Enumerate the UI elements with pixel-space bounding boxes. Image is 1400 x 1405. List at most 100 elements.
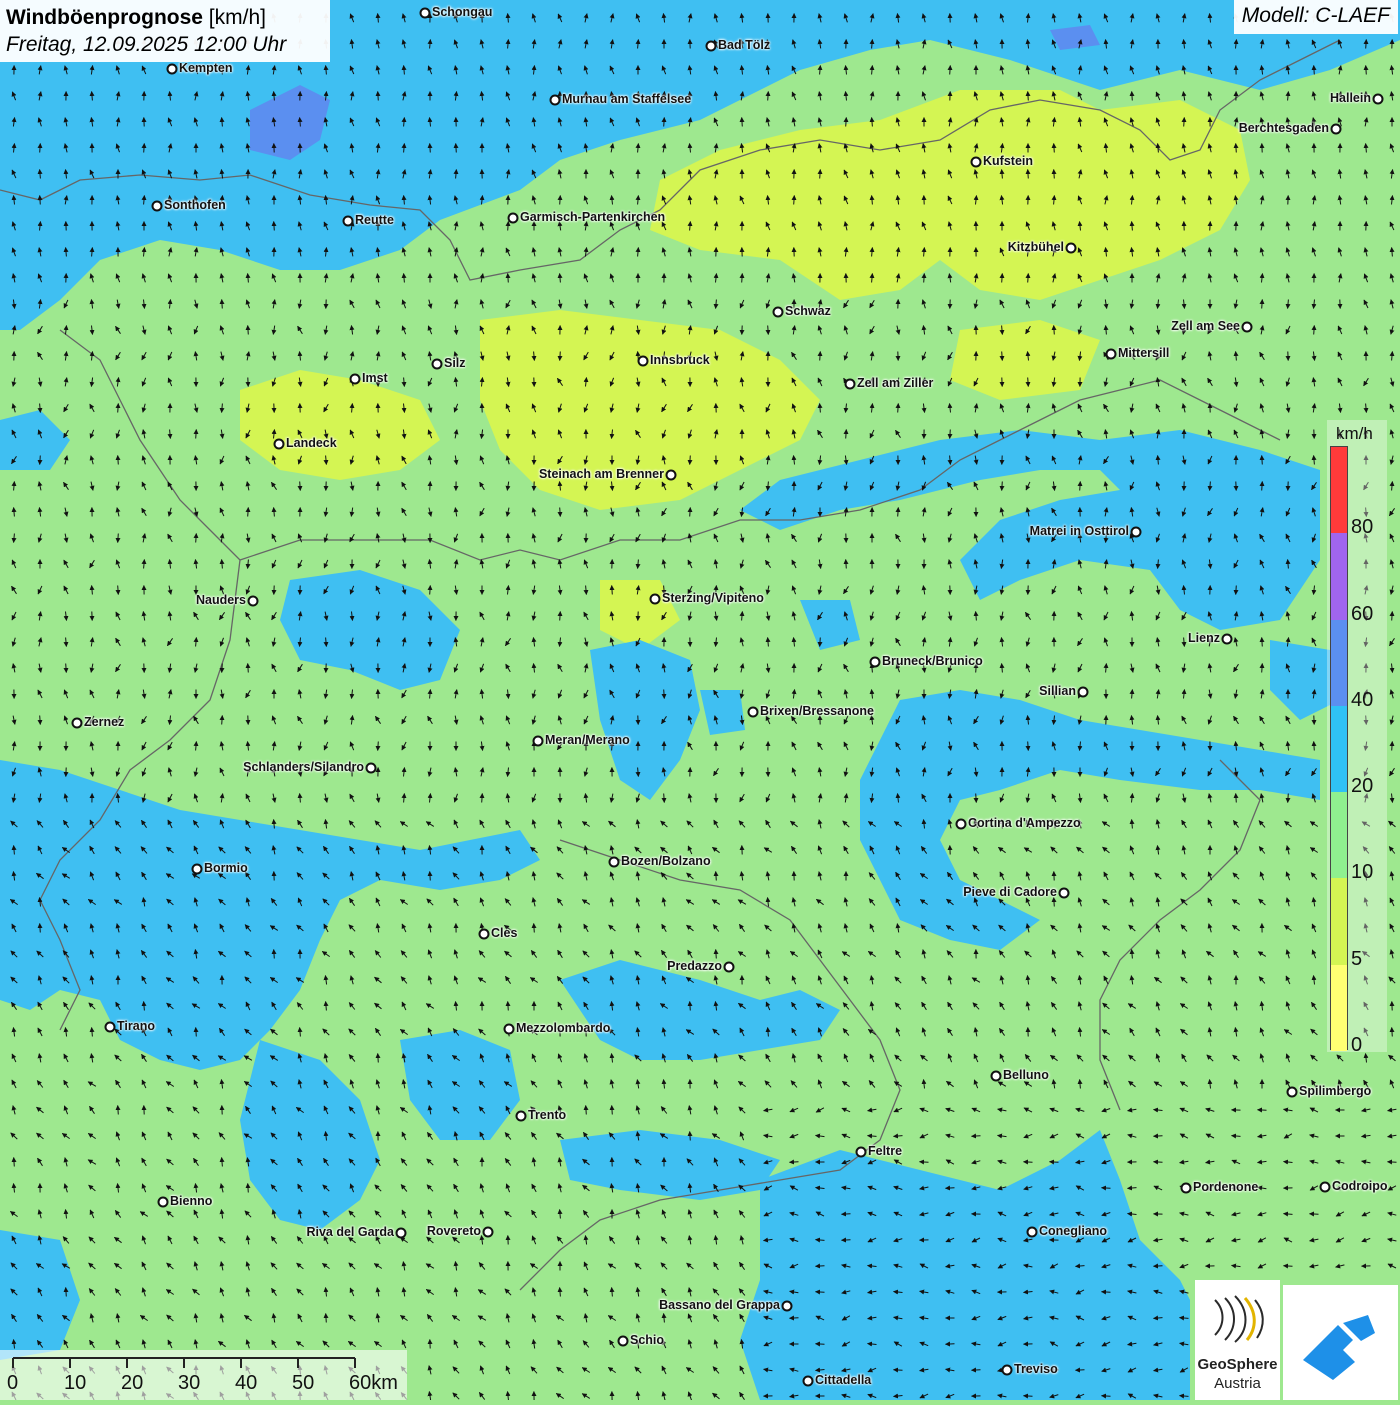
wind-arrow	[1054, 170, 1055, 179]
wind-arrow	[118, 586, 119, 595]
legend-color-segment	[1331, 447, 1347, 533]
wind-arrow	[378, 742, 379, 751]
city-marker	[706, 41, 717, 52]
wind-arrow	[1028, 92, 1029, 101]
city-marker	[991, 1071, 1002, 1082]
city-marker	[396, 1228, 407, 1239]
model-label: Modell: C-LAEF	[1234, 0, 1398, 34]
city-label: Bassano del Grappa	[659, 1298, 780, 1312]
wind-arrow	[430, 144, 431, 153]
city-marker	[782, 1301, 793, 1312]
wind-arrow	[378, 92, 379, 101]
city-marker	[1131, 527, 1142, 538]
wind-arrow	[66, 664, 67, 673]
city-marker	[483, 1227, 494, 1238]
wind-arrow	[1366, 40, 1367, 49]
wind-arrow	[768, 326, 769, 335]
city-marker	[479, 929, 490, 940]
city-label: Predazzo	[667, 959, 722, 973]
city-marker	[1002, 1365, 1013, 1376]
city-label: Bozen/Bolzano	[621, 854, 711, 868]
wind-arrow	[794, 196, 795, 205]
city-marker	[550, 95, 561, 106]
wind-arrow	[1392, 1028, 1393, 1037]
city-label: Bienno	[170, 1194, 212, 1208]
wind-arrow	[924, 274, 925, 283]
city-marker	[1181, 1183, 1192, 1194]
wind-arrow	[716, 950, 717, 959]
map-title: Windböenprognose [km/h]	[6, 4, 324, 31]
city-label: Bad Tölz	[718, 38, 770, 52]
city-marker	[516, 1111, 527, 1122]
city-marker	[343, 216, 354, 227]
city-label: Cortina d'Ampezzo	[968, 816, 1081, 830]
city-label: Berchtesgaden	[1239, 121, 1329, 135]
wind-arrow	[742, 118, 743, 127]
wind-arrow	[816, 1266, 825, 1267]
city-marker	[192, 864, 203, 875]
wind-arrow	[40, 924, 41, 933]
legend-color-segment	[1331, 533, 1347, 619]
city-label: Pordenone	[1193, 1180, 1258, 1194]
wind-arrow	[972, 1136, 981, 1137]
wind-arrow	[118, 456, 119, 465]
city-marker	[152, 201, 163, 212]
wind-arrow	[1210, 222, 1211, 231]
scale-label: 60km	[349, 1372, 398, 1395]
city-label: Schio	[630, 1333, 664, 1347]
wind-arrow	[716, 872, 717, 881]
wind-arrow	[1262, 482, 1263, 491]
wind-arrow	[1028, 378, 1029, 387]
legend-tick-label: 10	[1351, 861, 1373, 884]
city-marker	[420, 8, 431, 19]
city-marker	[773, 307, 784, 318]
city-label: Schlanders/Silandro	[243, 760, 364, 774]
city-label: Belluno	[1003, 1068, 1049, 1082]
wind-arrow	[1102, 1188, 1111, 1189]
legend-colorbar	[1330, 446, 1348, 1050]
wind-arrow	[920, 1162, 929, 1163]
wind-arrow	[820, 638, 821, 647]
city-label: Matrei in Osttirol	[1030, 524, 1129, 538]
city-marker	[666, 470, 677, 481]
wind-arrow	[1054, 326, 1055, 335]
city-label: Kempten	[179, 61, 232, 75]
city-marker	[1027, 1227, 1038, 1238]
legend-color-segment	[1331, 878, 1347, 964]
wind-arrow	[664, 690, 665, 699]
wind-arrow	[326, 1314, 327, 1323]
wind-arrow	[690, 1002, 691, 1011]
wind-arrow	[40, 456, 41, 465]
wind-arrow	[1028, 274, 1029, 283]
city-label: Rovereto	[427, 1224, 481, 1238]
wind-arrow	[976, 794, 977, 803]
city-marker	[1106, 349, 1117, 360]
wind-arrow	[1288, 794, 1289, 803]
geosphere-emblem-icon	[1195, 1280, 1280, 1355]
wind-arrow	[1002, 274, 1003, 283]
wind-arrow	[1392, 742, 1393, 751]
wind-arrow	[846, 118, 847, 127]
geosphere-logo: GeoSphere Austria	[1195, 1280, 1280, 1400]
city-label: Sterzing/Vipiteno	[662, 591, 764, 605]
city-label: Spilimbergo	[1299, 1084, 1371, 1098]
city-marker	[1331, 124, 1342, 135]
city-marker	[1287, 1087, 1298, 1098]
city-label: Meran/Merano	[545, 733, 630, 747]
wind-arrow	[790, 1162, 799, 1163]
city-label: Tirano	[117, 1019, 155, 1033]
city-marker	[724, 962, 735, 973]
legend-color-segment	[1331, 620, 1347, 706]
wind-arrow	[612, 1106, 613, 1115]
scale-bar: 0102030405060km	[0, 1350, 407, 1400]
wind-arrow	[248, 664, 249, 673]
city-label: Treviso	[1014, 1362, 1058, 1376]
legend-tick-label: 0	[1351, 1034, 1362, 1057]
wind-arrow	[508, 222, 509, 231]
wind-arrow	[690, 508, 691, 517]
wind-arrow	[1236, 144, 1237, 153]
city-marker	[803, 1376, 814, 1387]
city-marker	[748, 707, 759, 718]
scale-label: 0	[7, 1372, 18, 1395]
wind-arrow	[560, 196, 561, 205]
